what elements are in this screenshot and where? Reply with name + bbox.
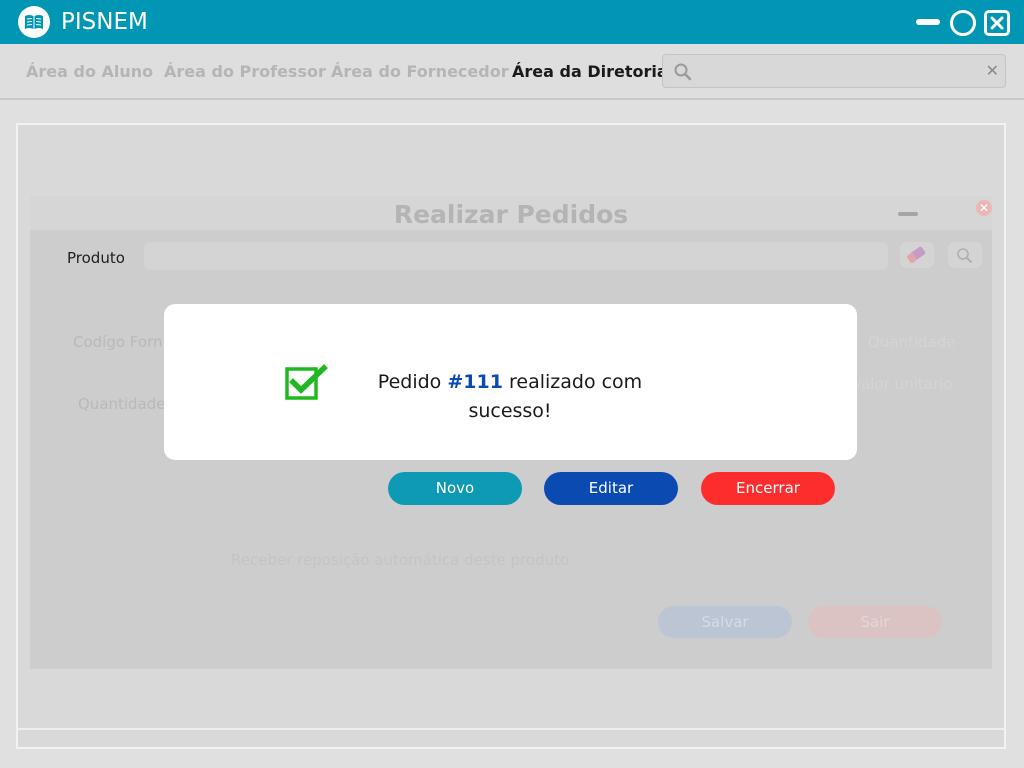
codigo-fornecedor-label: Codígo Forn [73,333,163,351]
quantidade-label: Quantidade [78,395,166,413]
produto-search-button[interactable] [948,242,982,268]
dialog-minimize-icon[interactable] [898,212,918,216]
search-icon[interactable] [673,62,693,82]
dialog-header: Realizar Pedidos ✕ [30,196,992,230]
salvar-button[interactable]: Salvar [658,606,792,638]
right-label-2: Valor unitario [852,375,953,393]
maximize-icon[interactable] [950,10,976,36]
nav-item-diretoria[interactable]: Área da Diretoria [512,62,668,82]
dialog-close-icon[interactable]: ✕ [976,200,992,216]
dialog-title: Realizar Pedidos [393,200,629,229]
success-modal: Pedido #111 realizado com sucesso! [164,304,857,460]
book-icon [18,6,50,38]
message-prefix: Pedido [377,371,442,393]
divider [18,728,1004,730]
reposicao-checkbox-label[interactable]: Receber reposição automática deste produ… [231,550,569,570]
search-box: ✕ [662,54,1006,88]
search-input[interactable] [703,59,977,85]
minimize-icon[interactable] [916,19,940,25]
search-icon [957,248,972,263]
clear-icon[interactable]: ✕ [986,61,999,81]
nav-bar: Área do Aluno Área do Professor Área do … [0,44,1024,100]
nav-item-professor[interactable]: Área do Professor [164,62,326,82]
close-icon[interactable] [984,10,1010,36]
eraser-icon [907,246,926,264]
editar-button[interactable]: Editar [544,472,678,505]
encerrar-button[interactable]: Encerrar [701,472,835,505]
novo-button[interactable]: Novo [388,472,522,505]
right-label-1: Quantidade [868,333,956,351]
nav-item-fornecedor[interactable]: Área do Fornecedor [331,62,509,82]
produto-label: Produto [67,249,125,267]
success-message: Pedido #111 realizado com sucesso! [360,368,660,426]
nav-item-aluno[interactable]: Área do Aluno [26,62,153,82]
order-number: #111 [447,371,503,393]
produto-input[interactable] [144,242,888,270]
sair-button[interactable]: Sair [808,606,942,638]
title-bar: PISNEM [0,0,1024,44]
check-square-icon [284,364,330,402]
eraser-button[interactable] [900,242,934,268]
app-title: PISNEM [61,9,148,35]
